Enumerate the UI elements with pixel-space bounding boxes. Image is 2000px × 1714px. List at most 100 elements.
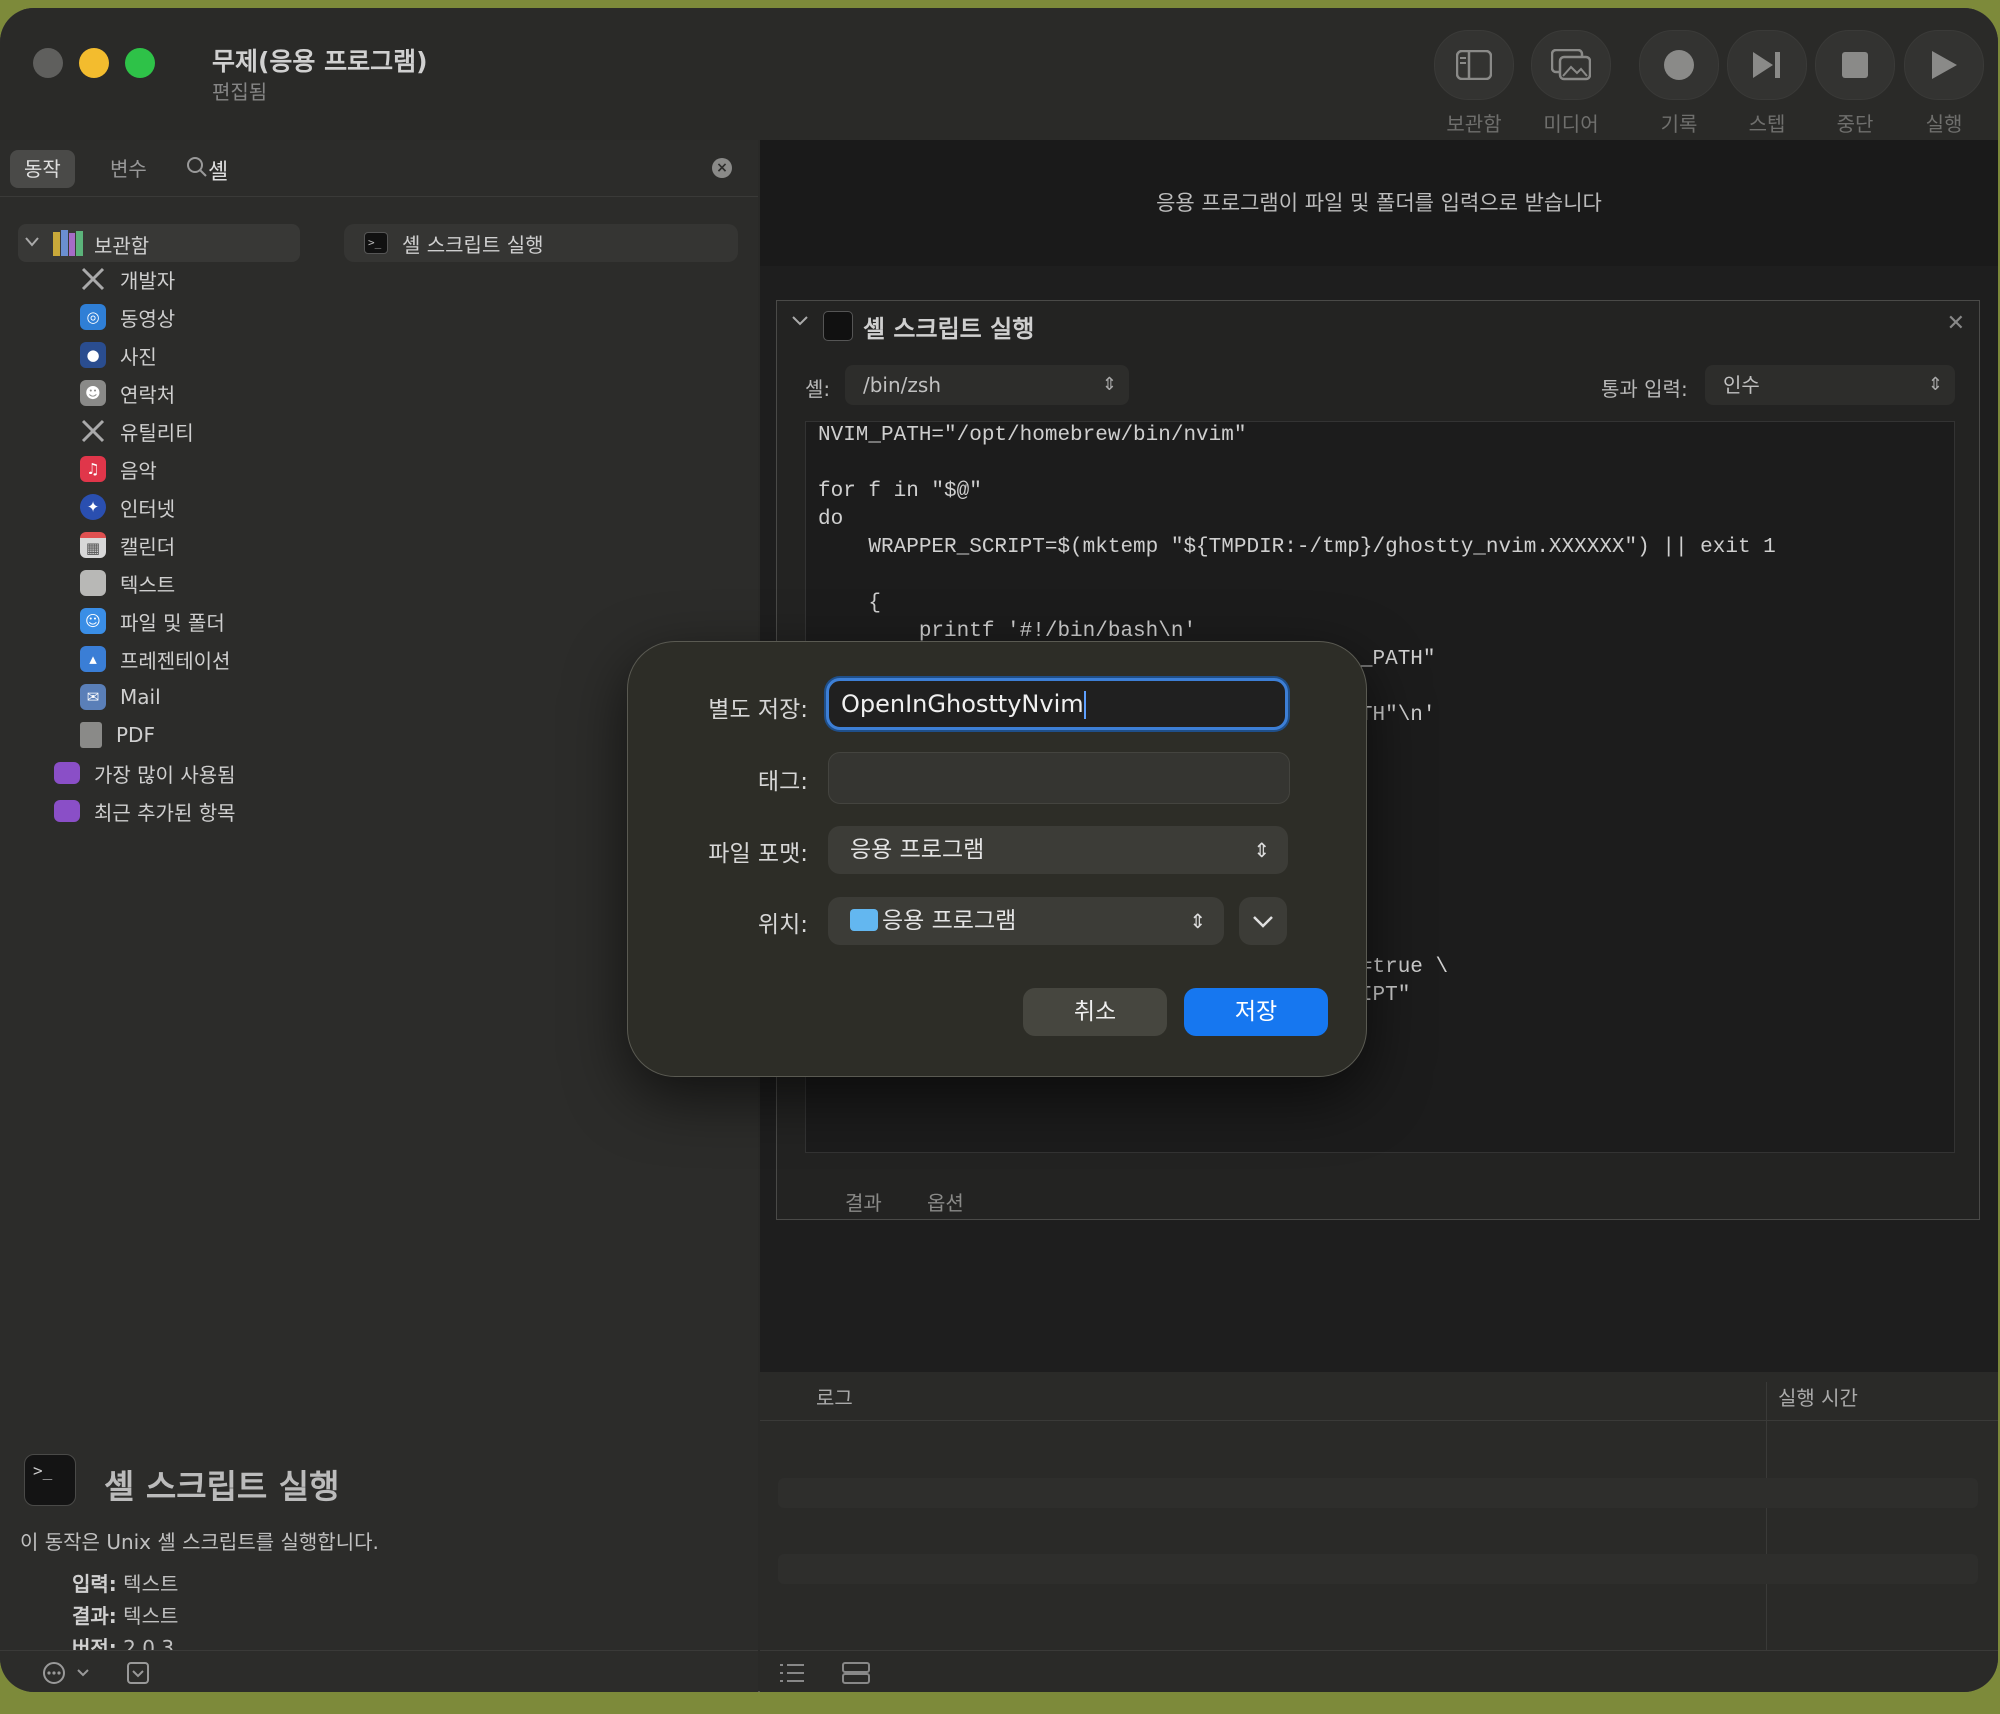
sidebar-item-presentations[interactable]: ▴ 프레젠테이션	[80, 644, 230, 674]
camera-icon: ●	[80, 342, 106, 368]
split-view-icon[interactable]	[842, 1661, 870, 1685]
sidebar-item-files-folders[interactable]: ☺ 파일 및 폴더	[80, 606, 225, 636]
tags-label: 태그:	[757, 769, 808, 795]
search-icon	[187, 157, 207, 177]
automator-window: 무제(응용 프로그램) 편집됨 보관함 미디어 기록 스텝 중단 실행 동작 변…	[0, 8, 1998, 1692]
window-subtitle: 편집됨	[212, 80, 268, 104]
toolbar-label: 기록	[1660, 112, 1698, 136]
action-list-item-run-shell-script[interactable]: >_ 셸 스크립트 실행	[344, 224, 738, 262]
tools-icon	[80, 418, 106, 444]
title-bar: 무제(응용 프로그램) 편집됨 보관함 미디어 기록 스텝 중단 실행	[0, 8, 1998, 140]
step-icon	[1753, 52, 1780, 78]
more-options-icon[interactable]	[42, 1661, 96, 1685]
sidebar-item-text[interactable]: 텍스트	[80, 568, 175, 598]
workflow-input-banner: 응용 프로그램이 파일 및 폴더를 입력으로 받습니다	[760, 140, 1998, 266]
step-toolbar-button[interactable]: 스텝	[1717, 30, 1817, 137]
duration-column-header[interactable]: 실행 시간	[1778, 1382, 1858, 1411]
pass-input-label: 통과 입력:	[1601, 377, 1688, 401]
window-title: 무제(응용 프로그램)	[212, 47, 428, 76]
pdf-icon	[80, 722, 102, 748]
text-icon	[80, 570, 106, 596]
toolbar-label: 스텝	[1748, 112, 1786, 136]
terminal-icon: >_	[24, 1454, 76, 1506]
description-result: 결과: 텍스트	[72, 1604, 179, 1628]
action-title: 셸 스크립트 실행	[863, 315, 1035, 343]
close-icon[interactable]: ✕	[1947, 311, 1965, 336]
description-text: 이 동작은 Unix 셸 스크립트를 실행합니다.	[20, 1530, 379, 1554]
tools-icon	[80, 266, 106, 292]
action-description: >_ 셸 스크립트 실행 이 동작은 Unix 셸 스크립트를 실행합니다. 입…	[0, 1440, 758, 1660]
sidebar-item-label: 가장 많이 사용됨	[94, 762, 236, 787]
toolbar-label: 실행	[1925, 112, 1963, 136]
cancel-button[interactable]: 취소	[1023, 988, 1167, 1036]
library-tab-bar: 동작 변수 셸 ×	[0, 140, 758, 197]
library-header-label: 보관함	[94, 234, 150, 258]
chevron-down-icon[interactable]	[791, 315, 809, 327]
location-label: 위치:	[757, 912, 808, 938]
right-bottom-bar	[760, 1650, 1998, 1692]
sidebar-item-music[interactable]: ♫ 음악	[80, 454, 157, 484]
left-bottom-bar	[0, 1650, 758, 1692]
description-title: 셸 스크립트 실행	[104, 1467, 340, 1506]
toolbar-label: 미디어	[1543, 112, 1599, 136]
save-as-field[interactable]: OpenInGhosttyNvim	[826, 678, 1288, 730]
sidebar-item-label: 동영상	[120, 306, 176, 331]
log-header: 로그 실행 시간	[760, 1372, 1998, 1421]
save-dialog: 별도 저장: OpenInGhosttyNvim 태그: 파일 포맷: 응용 프…	[627, 641, 1367, 1077]
log-panel: 로그 실행 시간	[760, 1372, 1998, 1660]
description-input: 입력: 텍스트	[72, 1572, 179, 1596]
contacts-icon: ☻	[80, 380, 106, 406]
description-toggle-icon[interactable]	[126, 1661, 150, 1685]
terminal-icon: >_	[364, 232, 388, 254]
sidebar-item-calendar[interactable]: ▦ 캘린더	[80, 530, 175, 560]
list-view-icon[interactable]	[778, 1661, 806, 1685]
play-icon	[1932, 51, 1957, 79]
sidebar-item-label: 파일 및 폴더	[120, 610, 225, 635]
shell-label: 셸:	[805, 377, 831, 401]
clear-search-icon[interactable]: ×	[712, 158, 732, 178]
log-row	[778, 1554, 1978, 1584]
up-down-chevron-icon: ⇕	[1189, 909, 1206, 933]
tab-options[interactable]: 옵션	[927, 1187, 964, 1216]
finder-icon: ☺	[80, 608, 106, 634]
sidebar-item-most-used[interactable]: 가장 많이 사용됨	[54, 758, 236, 788]
tags-field[interactable]	[828, 752, 1290, 804]
sidebar-item-photos[interactable]: ● 사진	[80, 340, 157, 370]
search-input[interactable]: 셸	[208, 154, 228, 186]
sidebar-item-movies[interactable]: ◎ 동영상	[80, 302, 175, 332]
sidebar-item-developer[interactable]: 개발자	[80, 264, 175, 294]
folder-icon	[850, 908, 878, 931]
globe-icon: ✦	[80, 494, 106, 520]
sidebar-item-internet[interactable]: ✦ 인터넷	[80, 492, 175, 522]
close-window-button[interactable]	[33, 48, 63, 78]
library-toolbar-button[interactable]: 보관함	[1424, 30, 1524, 137]
zoom-window-button[interactable]	[125, 48, 155, 78]
tab-variables[interactable]: 변수	[96, 150, 161, 188]
expand-dialog-button[interactable]	[1239, 897, 1287, 945]
record-toolbar-button[interactable]: 기록	[1629, 30, 1729, 137]
tab-results[interactable]: 결과	[845, 1187, 882, 1216]
save-button[interactable]: 저장	[1184, 988, 1328, 1036]
up-down-chevron-icon: ⇕	[1253, 838, 1270, 862]
file-format-select[interactable]: 응용 프로그램 ⇕	[828, 826, 1288, 874]
sidebar-item-mail[interactable]: ✉ Mail	[80, 682, 161, 712]
record-icon	[1664, 50, 1694, 80]
media-toolbar-button[interactable]: 미디어	[1521, 30, 1621, 137]
sidebar-item-pdf[interactable]: PDF	[80, 720, 155, 750]
log-column-header[interactable]: 로그	[816, 1382, 853, 1411]
sidebar-item-contacts[interactable]: ☻ 연락처	[80, 378, 175, 408]
location-select[interactable]: 응용 프로그램 ⇕	[828, 897, 1224, 945]
minimize-window-button[interactable]	[79, 48, 109, 78]
sidebar-item-label: 음악	[120, 458, 157, 483]
sidebar-item-utilities[interactable]: 유틸리티	[80, 416, 194, 446]
library-header-row[interactable]: 보관함	[18, 224, 300, 262]
sidebar-item-label: 개발자	[120, 268, 176, 293]
stop-toolbar-button[interactable]: 중단	[1805, 30, 1905, 137]
tab-actions[interactable]: 동작	[10, 150, 75, 188]
pass-input-select[interactable]: 인수 ⇕	[1705, 365, 1955, 405]
run-toolbar-button[interactable]: 실행	[1894, 30, 1994, 137]
library-books-icon	[53, 230, 83, 256]
sidebar-item-recently-added[interactable]: 최근 추가된 항목	[54, 796, 236, 826]
shell-select[interactable]: /bin/zsh ⇕	[845, 365, 1129, 405]
calendar-icon: ▦	[80, 532, 106, 558]
